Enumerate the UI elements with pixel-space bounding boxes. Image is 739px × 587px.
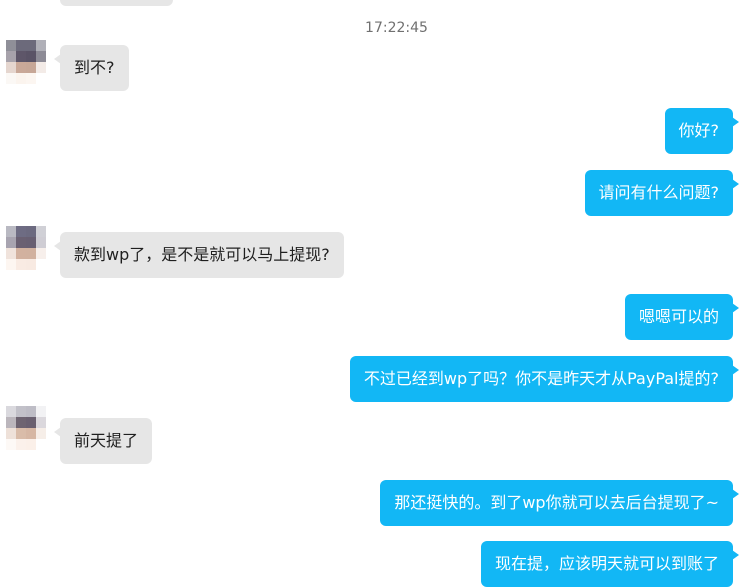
- message-text: 你好?: [678, 121, 720, 140]
- contact-avatar-icon[interactable]: [6, 226, 46, 270]
- message-bubble-incoming[interactable]: 前天提了: [53, 418, 153, 464]
- message-text: 请问有什么问题?: [598, 183, 720, 202]
- message-text: 嗯嗯可以的: [638, 307, 719, 326]
- message-bubble-outgoing[interactable]: 不过已经到wp了吗？你不是昨天才从PayPal提的?: [349, 356, 739, 402]
- message-text: 到不?: [74, 58, 115, 77]
- message-bubble-outgoing[interactable]: 现在提，应该明天就可以到账了: [480, 541, 739, 587]
- message-bubble-incoming[interactable]: 到不?: [54, 45, 129, 91]
- message-text: 款到wp了，是不是就可以马上提现?: [74, 245, 330, 264]
- message-bubble-outgoing[interactable]: 你好?: [664, 108, 739, 154]
- message-bubble-outgoing[interactable]: 嗯嗯可以的: [624, 294, 739, 340]
- contact-avatar-icon[interactable]: [6, 406, 46, 450]
- message-text: 不过已经到wp了吗？你不是昨天才从PayPal提的?: [363, 369, 719, 388]
- message-text: 那还挺快的。到了wp你就可以去后台提现了~: [394, 493, 719, 512]
- message-text: 现在提，应该明天就可以到账了: [494, 554, 719, 573]
- message-bubble-outgoing[interactable]: 请问有什么问题?: [584, 170, 739, 216]
- contact-avatar-icon[interactable]: [6, 40, 46, 84]
- message-bubble-outgoing[interactable]: 那还挺快的。到了wp你就可以去后台提现了~: [380, 480, 739, 526]
- message-text: 前天提了: [74, 431, 139, 450]
- message-bubble-partial[interactable]: [60, 0, 173, 6]
- chat-area: 17:22:45 到不? 你好? 请问有什么问题? 款到wp了，是不是就可以马上…: [0, 0, 739, 587]
- message-timestamp: 17:22:45: [365, 20, 428, 36]
- message-bubble-incoming[interactable]: 款到wp了，是不是就可以马上提现?: [54, 232, 344, 278]
